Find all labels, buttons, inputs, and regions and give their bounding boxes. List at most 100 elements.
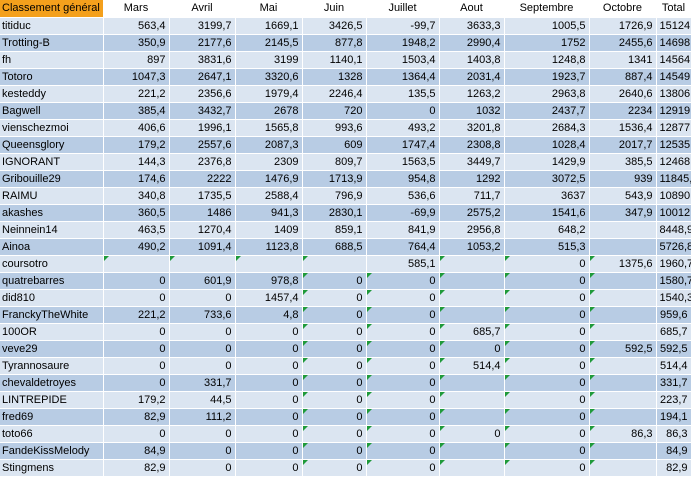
data-cell[interactable]: 0 (169, 442, 236, 460)
data-cell[interactable]: 1123,8 (235, 238, 303, 256)
row-name-cell[interactable]: titiduc (0, 17, 104, 35)
data-cell[interactable]: 515,3 (504, 238, 590, 256)
data-cell[interactable]: 0 (235, 425, 303, 443)
data-cell[interactable]: 3426,5 (302, 17, 367, 35)
data-cell[interactable]: 0 (103, 323, 170, 341)
data-cell[interactable]: 0 (366, 272, 440, 290)
data-cell[interactable] (169, 255, 236, 273)
data-cell[interactable]: 2678 (235, 102, 303, 120)
data-cell[interactable]: 0 (169, 323, 236, 341)
data-cell[interactable]: 1540,3 (656, 289, 691, 307)
data-cell[interactable] (589, 221, 657, 239)
data-cell[interactable]: 959,6 (656, 306, 691, 324)
data-cell[interactable]: 2087,3 (235, 136, 303, 154)
data-cell[interactable] (589, 391, 657, 409)
data-cell[interactable]: 0 (366, 425, 440, 443)
data-cell[interactable]: 3199 (235, 51, 303, 69)
data-cell[interactable]: 0 (504, 323, 590, 341)
data-cell[interactable]: 0 (366, 459, 440, 477)
header-juillet[interactable]: Juillet (366, 0, 440, 18)
data-cell[interactable] (439, 442, 505, 460)
data-cell[interactable]: 764,4 (366, 238, 440, 256)
data-cell[interactable]: 2437,7 (504, 102, 590, 120)
header-total[interactable]: Total (656, 0, 691, 18)
data-cell[interactable]: 0 (302, 374, 367, 392)
data-cell[interactable]: 2647,1 (169, 68, 236, 86)
row-name-cell[interactable]: veve29 (0, 340, 104, 358)
data-cell[interactable]: 0 (302, 272, 367, 290)
data-cell[interactable]: 841,9 (366, 221, 440, 239)
data-cell[interactable]: 1270,4 (169, 221, 236, 239)
row-name-cell[interactable]: LINTREPIDE (0, 391, 104, 409)
data-cell[interactable]: 490,2 (103, 238, 170, 256)
data-cell[interactable]: 0 (504, 340, 590, 358)
data-cell[interactable]: 859,1 (302, 221, 367, 239)
data-cell[interactable]: 0 (504, 306, 590, 324)
data-cell[interactable] (589, 374, 657, 392)
data-cell[interactable]: 13806,7 (656, 85, 691, 103)
data-cell[interactable]: 10890,8 (656, 187, 691, 205)
data-cell[interactable]: 0 (169, 425, 236, 443)
data-cell[interactable]: 144,3 (103, 153, 170, 171)
data-cell[interactable]: 0 (504, 391, 590, 409)
data-cell[interactable]: 12919,8 (656, 102, 691, 120)
data-cell[interactable]: 0 (302, 340, 367, 358)
data-cell[interactable]: 1341 (589, 51, 657, 69)
data-cell[interactable]: 1669,1 (235, 17, 303, 35)
data-cell[interactable]: 1292 (439, 170, 505, 188)
data-cell[interactable] (589, 323, 657, 341)
data-cell[interactable]: 733,6 (169, 306, 236, 324)
data-cell[interactable]: 1536,4 (589, 119, 657, 137)
data-cell[interactable]: 221,2 (103, 306, 170, 324)
data-cell[interactable]: 3432,7 (169, 102, 236, 120)
data-cell[interactable]: 2376,8 (169, 153, 236, 171)
data-cell[interactable]: 0 (504, 255, 590, 273)
data-cell[interactable]: 463,5 (103, 221, 170, 239)
data-cell[interactable]: 1503,4 (366, 51, 440, 69)
row-name-cell[interactable]: Bagwell (0, 102, 104, 120)
data-cell[interactable]: 15124,7 (656, 17, 691, 35)
data-cell[interactable]: 0 (302, 391, 367, 409)
data-cell[interactable]: 809,7 (302, 153, 367, 171)
data-cell[interactable]: 0 (366, 289, 440, 307)
data-cell[interactable]: 12877,8 (656, 119, 691, 137)
row-name-cell[interactable]: vienschezmoi (0, 119, 104, 137)
data-cell[interactable]: 1735,5 (169, 187, 236, 205)
data-cell[interactable]: 648,2 (504, 221, 590, 239)
data-cell[interactable]: 563,4 (103, 17, 170, 35)
data-cell[interactable]: 1091,4 (169, 238, 236, 256)
row-name-cell[interactable]: Queensglory (0, 136, 104, 154)
data-cell[interactable]: 44,5 (169, 391, 236, 409)
data-cell[interactable]: 350,9 (103, 34, 170, 52)
data-cell[interactable]: 0 (103, 340, 170, 358)
data-cell[interactable]: 0 (366, 102, 440, 120)
data-cell[interactable]: 82,9 (103, 459, 170, 477)
row-name-cell[interactable]: kesteddy (0, 85, 104, 103)
data-cell[interactable]: 0 (235, 459, 303, 477)
row-name-cell[interactable]: fh (0, 51, 104, 69)
data-cell[interactable]: 3449,7 (439, 153, 505, 171)
data-cell[interactable]: 0 (302, 425, 367, 443)
data-cell[interactable]: 360,5 (103, 204, 170, 222)
data-cell[interactable] (439, 459, 505, 477)
row-name-cell[interactable]: FandeKissMelody (0, 442, 104, 460)
row-name-cell[interactable]: Neinnein14 (0, 221, 104, 239)
data-cell[interactable]: 1248,8 (504, 51, 590, 69)
data-cell[interactable]: 1364,4 (366, 68, 440, 86)
data-cell[interactable]: 877,8 (302, 34, 367, 52)
data-cell[interactable]: 2830,1 (302, 204, 367, 222)
data-cell[interactable]: 0 (103, 289, 170, 307)
data-cell[interactable]: 993,6 (302, 119, 367, 137)
data-cell[interactable]: 0 (302, 459, 367, 477)
data-cell[interactable]: 174,6 (103, 170, 170, 188)
data-cell[interactable]: 0 (235, 391, 303, 409)
header-septembre[interactable]: Septembre (504, 0, 590, 18)
data-cell[interactable]: 0 (366, 374, 440, 392)
data-cell[interactable]: 0 (439, 425, 505, 443)
data-cell[interactable]: 978,8 (235, 272, 303, 290)
data-cell[interactable]: 3199,7 (169, 17, 236, 35)
data-cell[interactable]: 1979,4 (235, 85, 303, 103)
data-cell[interactable]: 0 (366, 306, 440, 324)
data-cell[interactable]: 11845,7 (656, 170, 691, 188)
data-cell[interactable]: 493,2 (366, 119, 440, 137)
